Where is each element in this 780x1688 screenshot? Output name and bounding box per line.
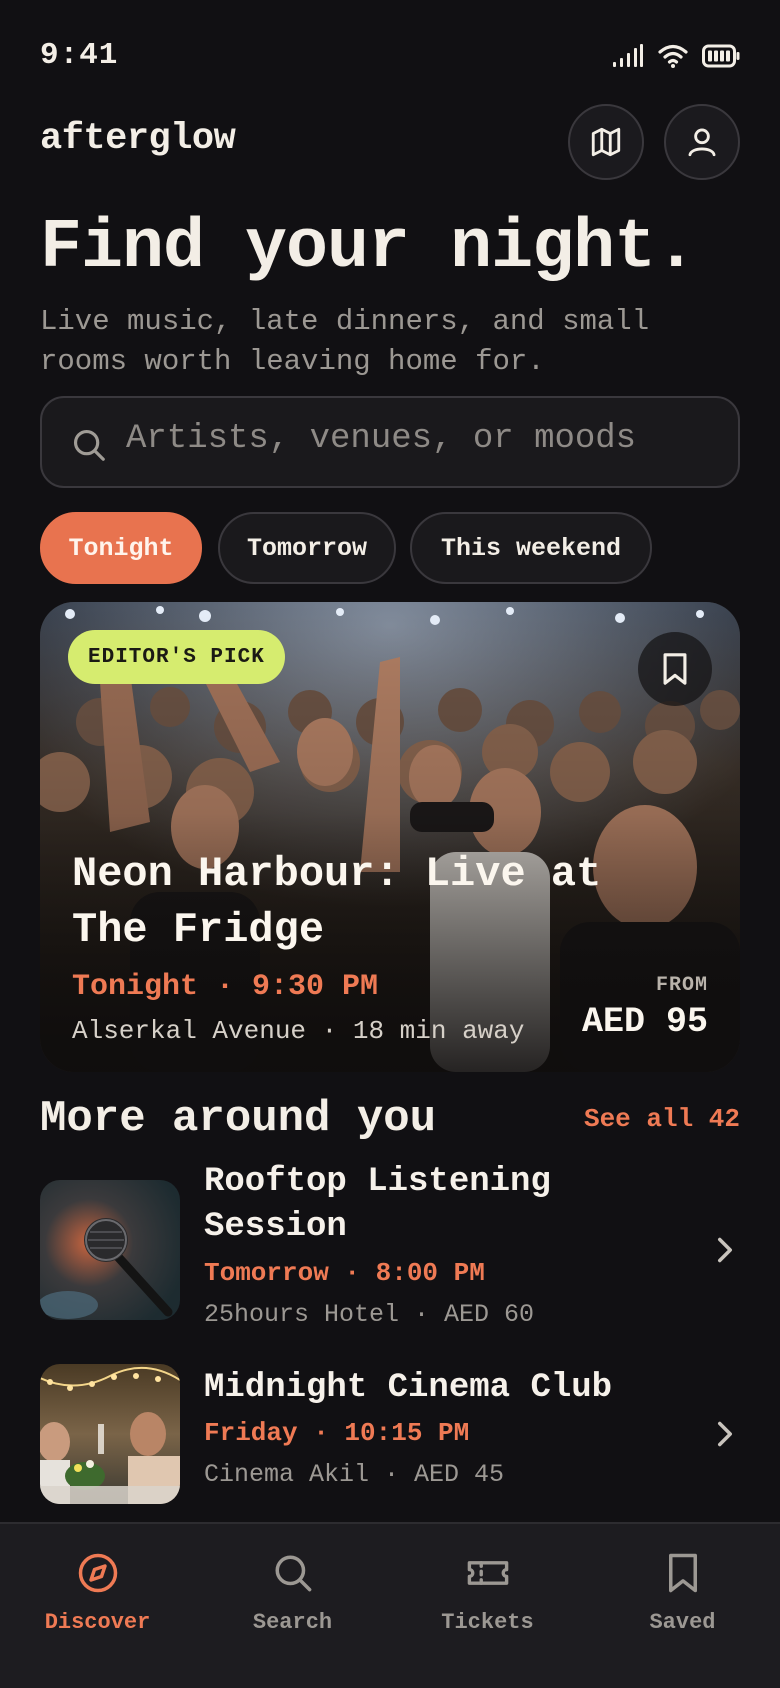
chevron-right-icon	[718, 1237, 732, 1263]
bottom-tab-bar: Discover Search Tickets Saved	[0, 1522, 780, 1688]
event-thumbnail	[40, 1364, 180, 1504]
profile-button[interactable]	[664, 104, 740, 180]
tab-discover[interactable]: Discover	[0, 1540, 195, 1640]
featured-event-location: Alserkal Avenue · 18 min away	[72, 1016, 525, 1046]
event-list-item[interactable]: Rooftop Listening Session Tomorrow · 8:0…	[40, 1160, 740, 1330]
event-meta: Cinema Akil · AED 45	[204, 1460, 505, 1489]
tab-label: Tickets	[441, 1610, 534, 1635]
tab-tickets[interactable]: Tickets	[390, 1540, 585, 1640]
featured-event-time: Tonight · 9:30 PM	[72, 970, 379, 1004]
tab-label: Search	[252, 1610, 333, 1635]
map-button[interactable]	[568, 104, 644, 180]
event-list-item[interactable]: Midnight Cinema Club Friday · 10:15 PM C…	[40, 1364, 740, 1504]
event-title-line: Rooftop Listening	[204, 1163, 551, 1201]
see-all-link[interactable]: See all 42	[584, 1104, 740, 1134]
app-header: afterglow	[40, 104, 740, 180]
search-input[interactable]: Artists, venues, or moods	[40, 396, 740, 488]
featured-event-card[interactable]: EDITOR'S PICK Neon Harbour: Live at The …	[40, 602, 740, 1072]
wifi-icon	[658, 44, 688, 68]
featured-title-line: Neon Harbour: Live at	[72, 850, 602, 898]
filter-chip-tomorrow[interactable]: Tomorrow	[218, 512, 396, 584]
ticket-icon	[467, 1561, 508, 1585]
editors-pick-badge: EDITOR'S PICK	[68, 630, 285, 684]
event-title-line: Midnight Cinema Club	[204, 1369, 613, 1407]
event-time: Tomorrow · 8:00 PM	[204, 1258, 485, 1288]
brand-logo: afterglow	[40, 118, 236, 160]
search-placeholder: Artists, venues, or moods	[126, 420, 637, 458]
page-subtitle: Live music, late dinners, and small room…	[40, 302, 740, 382]
compass-icon	[78, 1553, 117, 1593]
battery-icon	[702, 44, 740, 68]
filter-chip-tonight[interactable]: Tonight	[40, 512, 202, 584]
status-icons	[612, 44, 740, 68]
tab-search[interactable]: Search	[195, 1540, 390, 1640]
bookmark-icon	[668, 1553, 697, 1593]
bookmark-icon	[663, 653, 687, 685]
featured-event-price: AED 95	[581, 1002, 708, 1042]
map-icon	[591, 127, 621, 157]
user-icon	[688, 128, 716, 157]
price-from-label: FROM	[655, 974, 708, 997]
event-meta: 25hours Hotel · AED 60	[204, 1300, 535, 1329]
tab-saved[interactable]: Saved	[585, 1540, 780, 1640]
subtitle-line: rooms worth leaving home for.	[40, 345, 545, 378]
tab-label: Discover	[44, 1610, 151, 1635]
dinner-party-photo	[40, 1364, 180, 1504]
save-featured-button[interactable]	[638, 632, 712, 706]
section-title: More around you	[40, 1094, 437, 1144]
event-time: Friday · 10:15 PM	[204, 1418, 470, 1448]
featured-title-line: The Fridge	[72, 906, 325, 954]
page-title: Find your night.	[40, 209, 697, 288]
event-title: Midnight Cinema Club	[204, 1366, 612, 1411]
search-icon	[275, 1555, 311, 1592]
filter-chip-this-weekend[interactable]: This weekend	[410, 512, 652, 584]
tab-label: Saved	[649, 1610, 716, 1635]
microphone-photo	[40, 1180, 180, 1320]
chevron-right-icon	[718, 1421, 732, 1447]
signal-icon	[613, 44, 643, 67]
search-icon	[73, 429, 105, 461]
event-title-line: Session	[204, 1208, 347, 1246]
event-title: Rooftop Listening Session	[204, 1160, 551, 1250]
event-thumbnail	[40, 1180, 180, 1320]
subtitle-line: Live music, late dinners, and small	[40, 305, 650, 338]
status-bar: 9:41	[0, 0, 780, 100]
status-time: 9:41	[40, 38, 119, 73]
featured-event-title: Neon Harbour: Live at The Fridge	[72, 846, 692, 958]
